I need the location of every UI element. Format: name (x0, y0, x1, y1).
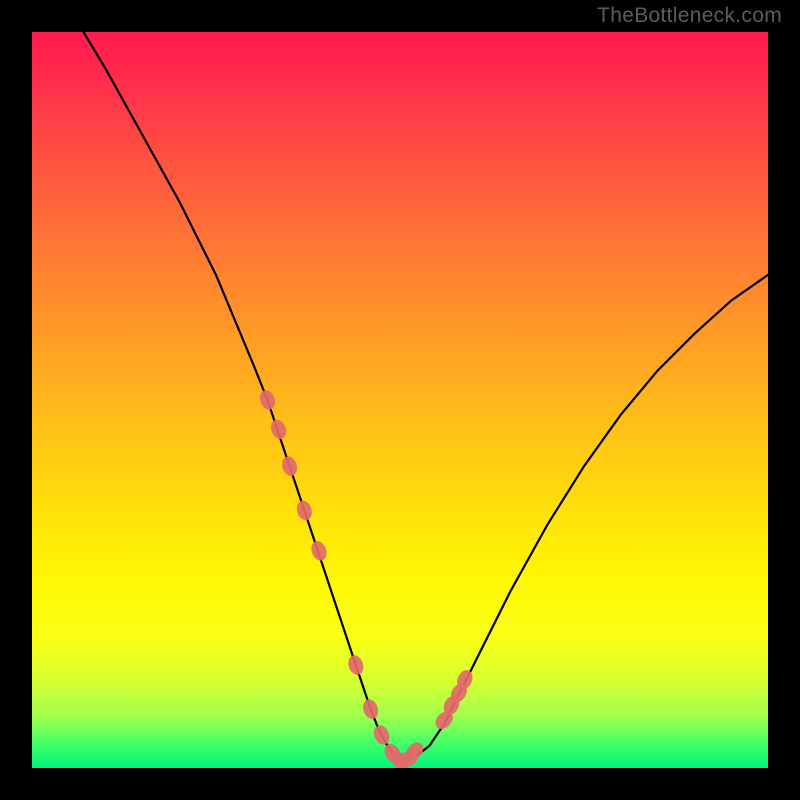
highlight-marker (346, 653, 366, 676)
highlight-marker (361, 697, 381, 721)
highlight-marker (371, 723, 392, 747)
highlight-marker (268, 418, 289, 442)
plot-area (32, 32, 768, 768)
highlight-marker (257, 388, 278, 412)
bottleneck-curve (84, 32, 769, 761)
highlight-marker (294, 499, 314, 523)
highlight-markers (257, 388, 475, 768)
highlight-marker (309, 539, 329, 563)
curve-svg (32, 32, 768, 768)
watermark-text: TheBottleneck.com (597, 4, 782, 28)
highlight-marker (280, 455, 300, 478)
